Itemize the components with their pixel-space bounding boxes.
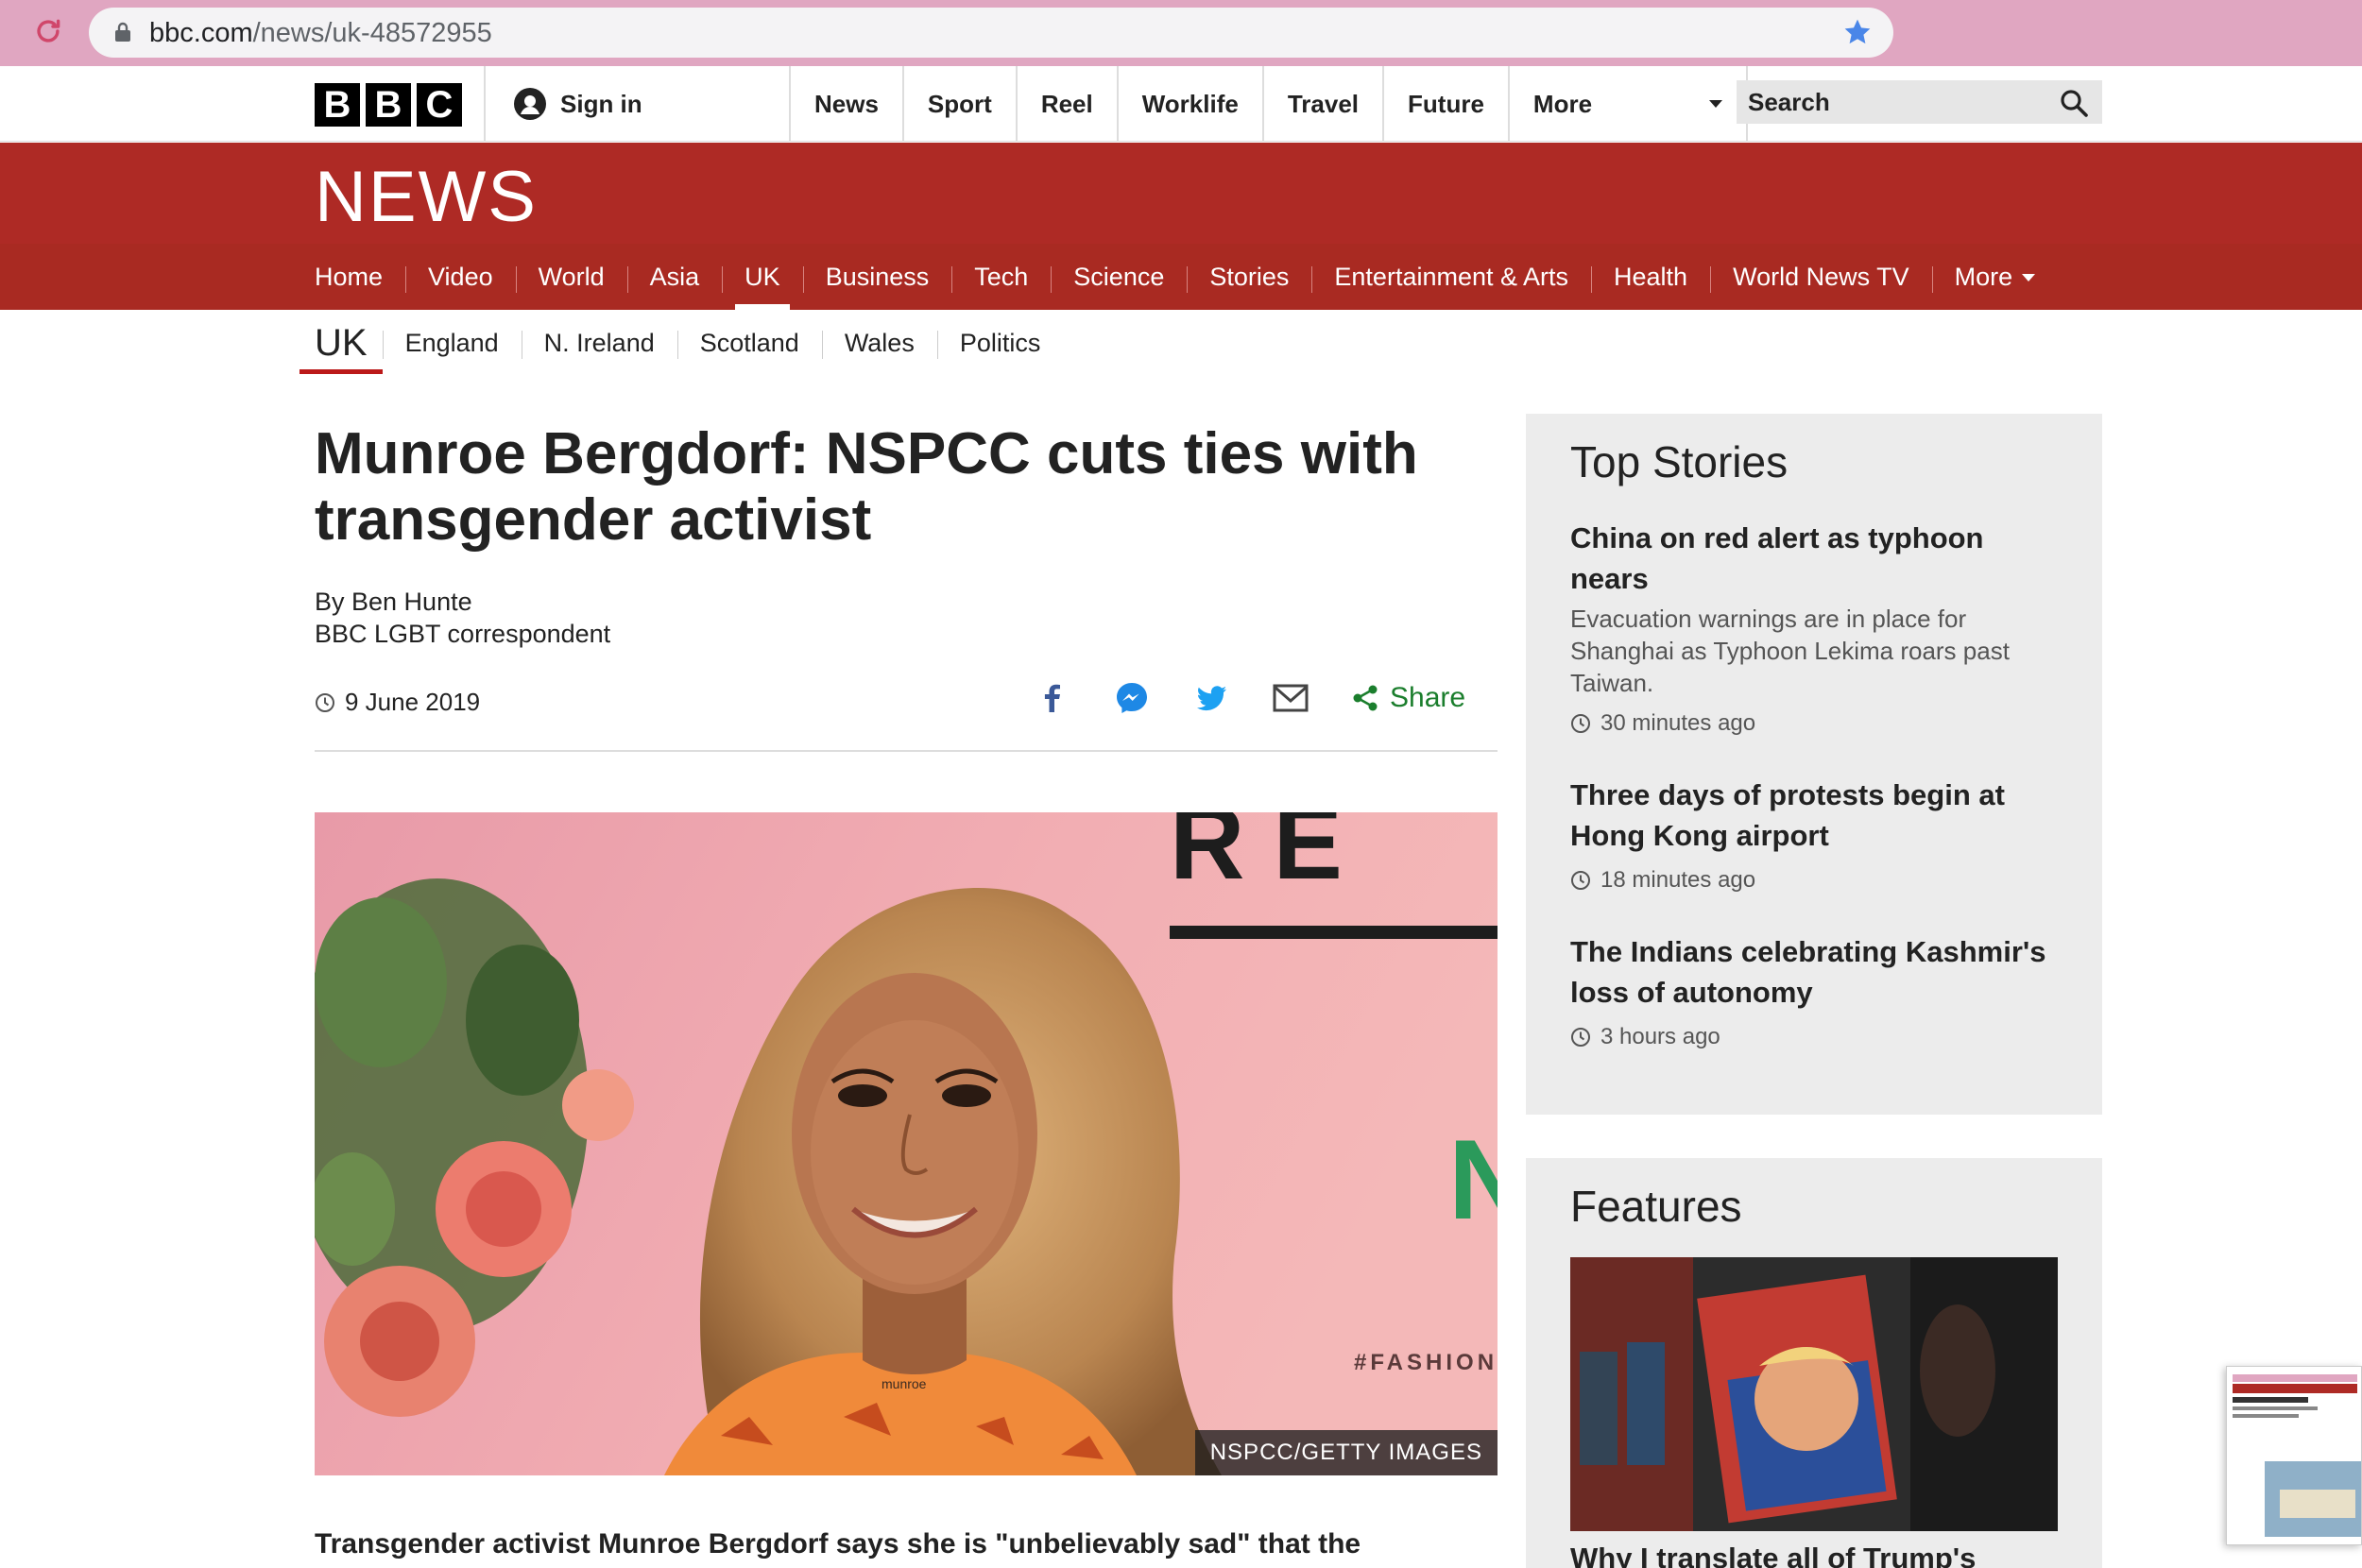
topnav-reel[interactable]: Reel <box>1015 66 1117 142</box>
news-nav-uk[interactable]: UK <box>722 244 803 310</box>
byline: By Ben Hunte BBC LGBT correspondent <box>315 586 610 650</box>
share-button[interactable]: Share <box>1350 682 1465 714</box>
share-bar: Share <box>1033 678 1465 718</box>
clock-icon <box>1571 871 1590 890</box>
news-banner: NEWS <box>0 143 2362 244</box>
features-title: Features <box>1570 1182 1742 1231</box>
topnav-worklife[interactable]: Worklife <box>1116 66 1262 142</box>
address-bar[interactable]: bbc.com/news/uk-48572955 <box>89 8 1893 58</box>
feature-image-illustration <box>1570 1257 2058 1531</box>
clock-icon <box>316 692 334 712</box>
story-title[interactable]: The Indians celebrating Kashmir's loss o… <box>1570 931 2062 1013</box>
divider <box>484 66 486 142</box>
bbc-logo[interactable]: B B C <box>315 83 462 127</box>
author-role: BBC LGBT correspondent <box>315 620 611 648</box>
image-caption: NSPCC/GETTY IMAGES <box>1194 1430 1498 1475</box>
article-date: 9 June 2019 <box>315 688 480 717</box>
article-lead-paragraph: Transgender activist Munroe Bergdorf say… <box>315 1528 1361 1559</box>
news-logo[interactable]: NEWS <box>315 156 538 238</box>
bookmark-star-icon[interactable] <box>1842 17 1873 47</box>
url-text: bbc.com/news/uk-48572955 <box>149 18 492 48</box>
twitter-icon[interactable] <box>1191 678 1231 718</box>
news-nav-world[interactable]: World <box>515 244 627 310</box>
reload-icon[interactable] <box>32 15 64 47</box>
facebook-icon[interactable] <box>1033 678 1072 718</box>
subnav-england[interactable]: England <box>382 329 522 359</box>
hero-image-illustration: RE N #FASHION munroe <box>315 812 1498 1475</box>
clock-icon <box>1571 714 1590 733</box>
topnav-more-dropdown[interactable]: More <box>1507 66 1748 142</box>
news-nav-science[interactable]: Science <box>1051 244 1187 310</box>
story-title[interactable]: Three days of protests begin at Hong Kon… <box>1570 775 2062 856</box>
top-stories-title: Top Stories <box>1570 437 1789 486</box>
news-nav-home[interactable]: Home <box>315 244 405 310</box>
subnav-n-ireland[interactable]: N. Ireland <box>521 329 677 359</box>
news-nav-tech[interactable]: Tech <box>951 244 1051 310</box>
story-title[interactable]: China on red alert as typhoon nears <box>1570 518 2062 599</box>
news-nav-more-dropdown[interactable]: More <box>1931 244 2059 310</box>
svg-text:#FASHION: #FASHION <box>1354 1350 1498 1375</box>
news-nav-business[interactable]: Business <box>802 244 952 310</box>
page-preview-thumbnail[interactable] <box>2226 1366 2362 1545</box>
page-preview-illustration <box>2227 1367 2361 1544</box>
clock-icon <box>1571 1028 1590 1047</box>
svg-text:RE: RE <box>1170 812 1371 901</box>
news-nav-stories[interactable]: Stories <box>1187 244 1311 310</box>
topnav-travel[interactable]: Travel <box>1261 66 1382 142</box>
topnav-sport[interactable]: Sport <box>901 66 1016 142</box>
article-hero-image[interactable]: RE N #FASHION munroe NSPCC/GETTY IMAGES <box>315 812 1498 1475</box>
sign-in-link[interactable]: Sign in <box>513 87 642 121</box>
chevron-down-icon <box>2022 274 2036 282</box>
feature-title[interactable]: Why I translate all of Trump's <box>1570 1542 1976 1568</box>
news-nav-health[interactable]: Health <box>1591 244 1710 310</box>
topnav-future[interactable]: Future <box>1382 66 1508 142</box>
topnav-news[interactable]: News <box>789 66 902 142</box>
search-box <box>1737 80 2102 124</box>
chevron-down-icon <box>1708 100 1722 108</box>
news-nav-video[interactable]: Video <box>405 244 516 310</box>
search-input[interactable] <box>1737 80 2048 124</box>
uk-subnav: UK England N. Ireland Scotland Wales Pol… <box>300 310 1063 376</box>
subnav-scotland[interactable]: Scotland <box>676 329 822 359</box>
story-summary: Evacuation warnings are in place for Sha… <box>1570 605 2010 697</box>
story-timestamp: 3 hours ago <box>1570 1024 2062 1050</box>
user-avatar-icon <box>514 88 546 120</box>
news-nav-entertainment[interactable]: Entertainment & Arts <box>1311 244 1591 310</box>
author-name: By Ben Hunte <box>315 588 472 616</box>
story-timestamp: 18 minutes ago <box>1570 867 2062 894</box>
feature-image[interactable] <box>1570 1257 2058 1531</box>
news-nav: Home Video World Asia UK Business Tech S… <box>0 244 2362 310</box>
subnav-wales[interactable]: Wales <box>821 329 937 359</box>
browser-chrome: bbc.com/news/uk-48572955 <box>0 0 2362 66</box>
search-icon[interactable] <box>2059 88 2089 118</box>
news-nav-asia[interactable]: Asia <box>626 244 723 310</box>
top-story-item[interactable]: Three days of protests begin at Hong Kon… <box>1570 775 2062 894</box>
email-icon[interactable] <box>1271 678 1310 718</box>
lock-icon <box>115 22 130 42</box>
bbc-top-nav: News Sport Reel Worklife Travel Future M… <box>789 66 1748 142</box>
svg-text:N: N <box>1448 1116 1498 1243</box>
messenger-icon[interactable] <box>1112 678 1152 718</box>
news-nav-world-news-tv[interactable]: World News TV <box>1710 244 1932 310</box>
story-timestamp: 30 minutes ago <box>1570 710 2062 737</box>
top-story-item[interactable]: The Indians celebrating Kashmir's loss o… <box>1570 931 2062 1050</box>
subnav-politics[interactable]: Politics <box>936 329 1064 359</box>
bbc-top-bar: B B C Sign in News Sport Reel Worklife T… <box>0 66 2362 142</box>
svg-text:munroe: munroe <box>881 1376 927 1391</box>
article-headline: Munroe Bergdorf: NSPCC cuts ties with tr… <box>315 421 1418 553</box>
subnav-section-uk[interactable]: UK <box>300 310 383 376</box>
features-panel: Features Why I translate all of Trump's <box>1526 1158 2102 1568</box>
divider <box>315 750 1498 752</box>
top-story-item[interactable]: China on red alert as typhoon nears Evac… <box>1570 518 2062 737</box>
top-stories-panel: Top Stories China on red alert as typhoo… <box>1526 414 2102 1115</box>
share-icon <box>1353 685 1378 711</box>
